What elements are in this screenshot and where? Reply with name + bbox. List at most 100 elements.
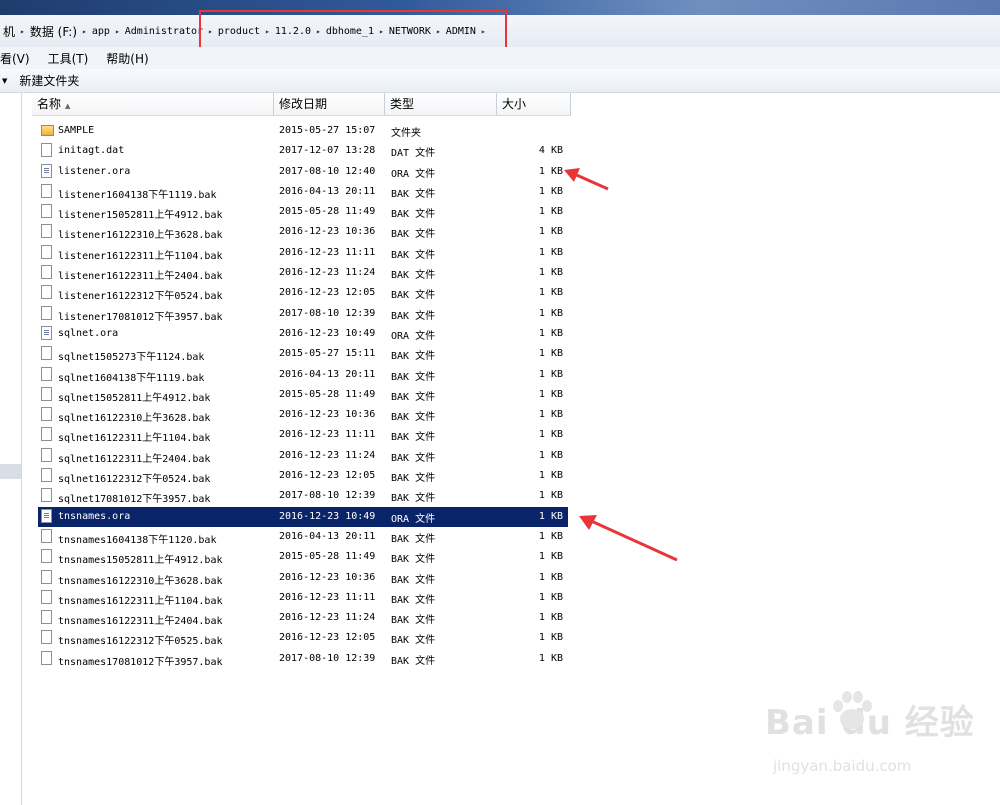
file-row[interactable]: listener16122311上午2404.bak 2016-12-23 11:… — [38, 263, 598, 283]
file-name: listener1604138下午1119.bak — [58, 189, 217, 201]
annotation-arrow-icon — [564, 168, 609, 191]
file-name: listener15052811上午4912.bak — [58, 210, 223, 222]
file-modified-date: 2017-12-07 13:28 — [279, 145, 376, 157]
file-row[interactable]: tnsnames17081012下午3957.bak 2017-08-10 12:… — [38, 649, 598, 669]
file-size: 1 KB — [538, 226, 563, 238]
ora-file-icon — [41, 508, 52, 523]
file-type: BAK 文件 — [391, 533, 436, 545]
file-icon — [41, 204, 52, 219]
column-header-type-label: 类型 — [390, 97, 415, 111]
column-header-type[interactable]: 类型 — [385, 93, 497, 116]
file-type: BAK 文件 — [391, 615, 436, 627]
file-row[interactable]: tnsnames1604138下午1120.bak 2016-04-13 20:1… — [38, 527, 598, 547]
chevron-right-icon[interactable]: ▸ — [16, 27, 29, 36]
file-type: BAK 文件 — [391, 310, 436, 322]
file-row[interactable]: sqlnet15052811上午4912.bak 2015-05-28 11:49… — [38, 385, 598, 405]
menu-help[interactable]: 帮助(H) — [106, 50, 148, 67]
file-type: BAK 文件 — [391, 412, 436, 424]
annotation-arrow-icon — [579, 515, 678, 562]
file-row[interactable]: tnsnames16122310上午3628.bak 2016-12-23 10:… — [38, 568, 598, 588]
ora-file-icon — [41, 325, 52, 340]
file-size: 1 KB — [538, 652, 563, 664]
file-row[interactable]: listener17081012下午3957.bak 2017-08-10 12:… — [38, 304, 598, 324]
file-type: BAK 文件 — [391, 493, 436, 505]
file-icon — [41, 427, 52, 442]
file-name: listener16122312下午0524.bak — [58, 291, 223, 303]
file-row[interactable]: listener15052811上午4912.bak 2015-05-28 11:… — [38, 202, 598, 222]
file-row[interactable]: sqlnet16122312下午0524.bak 2016-12-23 12:05… — [38, 466, 598, 486]
file-row[interactable]: tnsnames15052811上午4912.bak 2015-05-28 11:… — [38, 547, 598, 567]
file-row[interactable]: sqlnet16122310上午3628.bak 2016-12-23 10:36… — [38, 405, 598, 425]
file-name: tnsnames15052811上午4912.bak — [58, 555, 223, 567]
chevron-down-icon[interactable]: ▼ — [2, 77, 7, 85]
navigation-selected-item[interactable] — [0, 464, 21, 479]
file-modified-date: 2015-05-27 15:07 — [279, 125, 376, 136]
file-name: listener16122311上午2404.bak — [58, 271, 223, 283]
file-name: tnsnames17081012下午3957.bak — [58, 656, 223, 668]
column-header-name-label: 名称 — [37, 97, 62, 111]
file-size: 1 KB — [538, 388, 563, 400]
file-name: listener17081012下午3957.bak — [58, 311, 223, 323]
chevron-right-icon[interactable]: ▸ — [111, 27, 124, 36]
file-icon — [41, 265, 52, 280]
file-row[interactable]: sqlnet16122311上午2404.bak 2016-12-23 11:24… — [38, 446, 598, 466]
baidu-paw-icon — [833, 691, 872, 729]
file-modified-date: 2016-12-23 10:49 — [279, 327, 376, 339]
menu-view[interactable]: 看(V) — [0, 50, 30, 67]
file-type: BAK 文件 — [391, 554, 436, 566]
chevron-right-icon[interactable]: ▸ — [78, 27, 91, 36]
column-header-date[interactable]: 修改日期 — [274, 93, 385, 116]
menu-bar: 看(V) 工具(T) 帮助(H) — [0, 47, 1000, 69]
column-header-name[interactable]: 名称 ▲ — [32, 93, 274, 116]
file-row[interactable]: listener.ora 2017-08-10 12:40 ORA 文件 1 KB — [38, 162, 598, 182]
file-row[interactable]: sqlnet17081012下午3957.bak 2017-08-10 12:39… — [38, 486, 598, 506]
file-icon — [41, 549, 52, 564]
column-header-size[interactable]: 大小 — [497, 93, 571, 116]
file-size: 1 KB — [538, 165, 563, 177]
file-size: 1 KB — [538, 287, 563, 299]
file-icon — [41, 650, 52, 665]
file-size: 1 KB — [538, 449, 563, 461]
file-modified-date: 2016-12-23 12:05 — [279, 632, 376, 644]
file-row[interactable]: tnsnames16122311上午2404.bak 2016-12-23 11:… — [38, 608, 598, 628]
file-row[interactable]: SAMPLE 2015-05-27 15:07 文件夹 — [38, 121, 598, 141]
file-modified-date: 2016-12-23 12:05 — [279, 470, 376, 482]
breadcrumb-item-drive[interactable]: 数据 (F:) — [29, 23, 78, 40]
file-icon — [41, 447, 52, 462]
file-row[interactable]: tnsnames.ora 2016-12-23 10:49 ORA 文件 1 KB — [38, 506, 568, 527]
new-folder-button[interactable]: 新建文件夹 — [19, 72, 79, 89]
file-icon — [41, 528, 52, 543]
file-row[interactable]: tnsnames16122311上午1104.bak 2016-12-23 11:… — [38, 588, 598, 608]
menu-tools[interactable]: 工具(T) — [48, 50, 89, 67]
navigation-pane[interactable] — [0, 93, 22, 805]
file-icon — [41, 305, 52, 320]
file-row[interactable]: sqlnet1505273下午1124.bak 2015-05-27 15:11 B… — [38, 344, 598, 364]
file-type: BAK 文件 — [391, 655, 436, 667]
breadcrumb-item-computer[interactable]: 机 — [2, 23, 16, 40]
file-name: sqlnet1505273下午1124.bak — [58, 352, 205, 364]
breadcrumb-item-administrator[interactable]: Administrator — [124, 26, 204, 37]
baidu-jingyan-watermark: Bai du 经验 jingyan.baidu.com — [765, 691, 975, 775]
file-modified-date: 2016-12-23 11:11 — [279, 591, 376, 603]
file-row[interactable]: sqlnet16122311上午1104.bak 2016-12-23 11:11… — [38, 425, 598, 445]
file-modified-date: 2016-12-23 11:11 — [279, 246, 376, 258]
file-row[interactable]: initagt.dat 2017-12-07 13:28 DAT 文件 4 KB — [38, 141, 598, 161]
file-modified-date: 2016-04-13 20:11 — [279, 530, 376, 542]
file-type: ORA 文件 — [391, 330, 436, 342]
file-row[interactable]: listener16122312下午0524.bak 2016-12-23 12:… — [38, 283, 598, 303]
file-size: 1 KB — [538, 348, 563, 360]
column-header-size-label: 大小 — [502, 97, 527, 111]
file-row[interactable]: listener1604138下午1119.bak 2016-04-13 20:1… — [38, 182, 598, 202]
file-icon — [41, 630, 52, 645]
file-row[interactable]: sqlnet1604138下午1119.bak 2016-04-13 20:11 B… — [38, 365, 598, 385]
breadcrumb-item-app[interactable]: app — [91, 26, 111, 37]
file-row[interactable]: sqlnet.ora 2016-12-23 10:49 ORA 文件 1 KB — [38, 324, 598, 344]
file-row[interactable]: listener16122310上午3628.bak 2016-12-23 10:… — [38, 222, 598, 242]
file-row[interactable]: listener16122311上午1104.bak 2016-12-23 11:… — [38, 243, 598, 263]
file-type: BAK 文件 — [391, 229, 436, 241]
file-row[interactable]: tnsnames16122312下午0525.bak 2016-12-23 12:… — [38, 628, 598, 648]
file-type: BAK 文件 — [391, 351, 436, 363]
file-size: 1 KB — [538, 185, 563, 197]
file-size: 1 KB — [538, 571, 563, 583]
file-modified-date: 2016-04-13 20:11 — [279, 368, 376, 380]
